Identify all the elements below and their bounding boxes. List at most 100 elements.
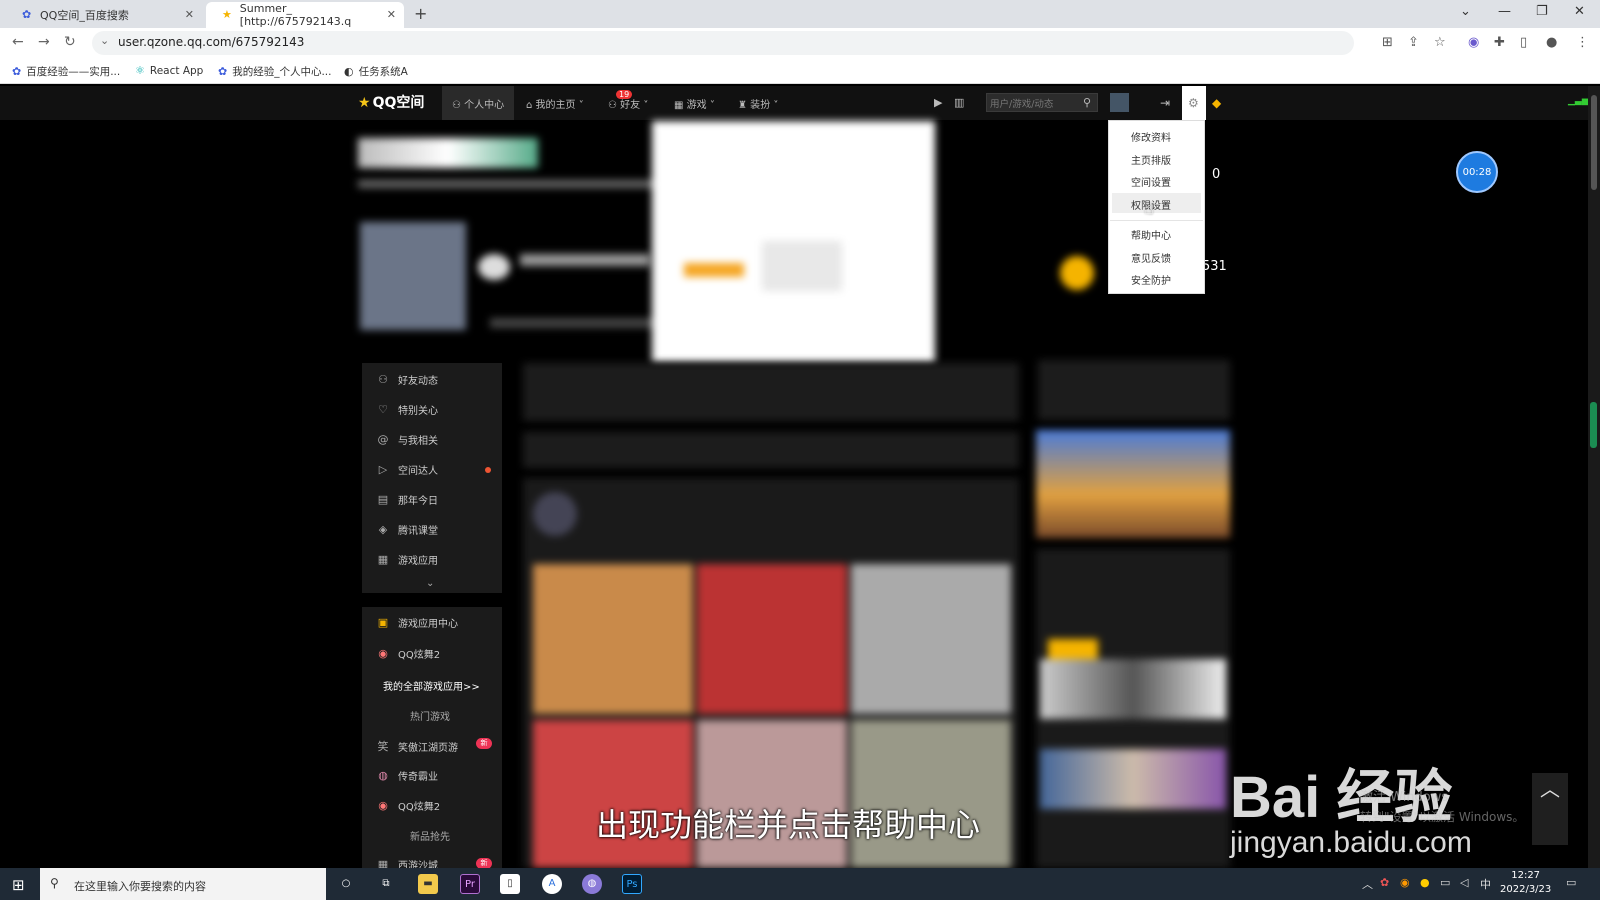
promo-button[interactable] — [1048, 639, 1098, 659]
sidebar-item-tencent-class[interactable]: ◈ 腾讯课堂 — [376, 522, 438, 537]
photo[interactable] — [533, 564, 693, 714]
video-caption: 出现功能栏并点击帮助中心 — [596, 806, 981, 844]
menu-item-help-center[interactable]: 帮助中心 — [1131, 227, 1171, 242]
menu-item-space-settings[interactable]: 空间设置 — [1131, 174, 1171, 189]
share-icon[interactable]: ⇪ — [1408, 35, 1419, 50]
back-to-top-button[interactable]: ︿ — [1532, 773, 1568, 845]
back-icon[interactable]: ← — [12, 34, 24, 50]
site-info-icon[interactable]: ⌄ — [100, 34, 109, 47]
file-explorer-icon[interactable]: ▬ — [418, 874, 438, 894]
search-icon[interactable]: ⚲ — [1083, 96, 1091, 109]
bookmark-item[interactable]: ✿ 百度经验——实用... — [12, 64, 120, 79]
sidebar-item-hot-game[interactable]: ◉ QQ炫舞2 — [376, 798, 440, 813]
app-icon[interactable]: ◍ — [582, 874, 602, 894]
bookmark-star-icon[interactable]: ☆ — [1434, 35, 1446, 50]
tray-app-icon[interactable]: ✿ — [1380, 876, 1389, 889]
post-composer[interactable] — [523, 363, 1019, 421]
sidebar-item-mentions[interactable]: @ 与我相关 — [376, 432, 439, 447]
game-icon: ◉ — [378, 647, 388, 660]
baidu-paw-icon: ✿ — [218, 65, 228, 78]
new-tab-button[interactable]: + — [414, 4, 427, 23]
diamond-icon[interactable]: ◆ — [1212, 96, 1221, 110]
new-games-title: 新品抢先 — [410, 832, 450, 843]
system-clock[interactable]: 12:27 2022/3/23 — [1500, 869, 1551, 897]
close-tab-icon[interactable]: ✕ — [387, 8, 396, 21]
notifications-icon[interactable]: ▭ — [1566, 876, 1576, 889]
new-badge: 新 — [476, 738, 492, 749]
scrollbar[interactable] — [1588, 86, 1600, 868]
photo[interactable] — [697, 564, 847, 714]
scrollbar-thumb[interactable] — [1591, 95, 1597, 190]
volume-icon[interactable]: ◁ — [1460, 876, 1468, 889]
menu-item-homepage-layout[interactable]: 主页排版 — [1131, 152, 1171, 167]
sidebar-item-friend-feed[interactable]: ⚇ 好友动态 — [376, 372, 438, 387]
sidebar-item-space-star[interactable]: ▷ 空间达人 — [376, 462, 438, 477]
tray-app-icon[interactable]: ● — [1420, 876, 1430, 889]
menu-kebab-icon[interactable]: ⋮ — [1576, 35, 1589, 50]
feed-filter-bar[interactable] — [523, 432, 1019, 468]
menu-item-feedback[interactable]: 意见反馈 — [1131, 250, 1171, 265]
expand-chevron-icon[interactable]: ⌄ — [426, 578, 434, 589]
right-widget[interactable] — [1038, 360, 1230, 420]
document-icon[interactable]: ▯ — [500, 874, 520, 894]
avatar[interactable] — [533, 492, 577, 536]
sidebar-item-hot-game[interactable]: 笑笑傲江湖页游 — [376, 738, 459, 754]
restore-button[interactable]: ❐ — [1536, 4, 1548, 19]
logout-icon[interactable]: ⇥ — [1160, 96, 1170, 110]
forward-icon[interactable]: → — [38, 34, 50, 50]
baidu-paw-icon: ✿ — [12, 65, 22, 78]
photoshop-icon[interactable]: Ps — [622, 874, 642, 894]
bookmark-item[interactable]: ◐ 任务系统A — [344, 64, 408, 79]
play-icon[interactable]: ▶ — [934, 96, 942, 109]
tray-qq-icon[interactable]: ◉ — [1400, 876, 1410, 889]
nav-dressup[interactable]: ♜ 装扮 ˅ — [738, 96, 778, 111]
task-view-icon[interactable]: ⧉ — [376, 874, 396, 894]
extension-icon[interactable]: ◉ — [1468, 35, 1479, 50]
tab-baidu-search[interactable]: ✿ QQ空间_百度搜索 ✕ — [6, 2, 202, 28]
bookmark-item[interactable]: ✿ 我的经验_个人中心... — [218, 64, 331, 79]
sidebar-item-hot-game[interactable]: ◍ 传奇霸业 — [376, 768, 438, 783]
profile-icon[interactable]: ● — [1546, 35, 1557, 50]
menu-item-edit-profile[interactable]: 修改资料 — [1131, 129, 1171, 144]
gear-icon[interactable]: ⚙ — [1188, 96, 1199, 110]
visitor-icon — [1060, 256, 1094, 290]
sidebar-item-on-this-day[interactable]: ▤ 那年今日 — [376, 492, 438, 507]
avatar[interactable] — [1110, 93, 1129, 112]
app-icon[interactable]: A — [542, 874, 562, 894]
translate-icon[interactable]: ⊞ — [1382, 35, 1393, 50]
tray-expand-icon[interactable]: ︿ — [1362, 876, 1373, 892]
popup-button[interactable] — [684, 263, 744, 277]
sidebar-item-game-center[interactable]: ▣ 游戏应用中心 — [376, 615, 458, 630]
sidebar-item-special-care[interactable]: ♡ 特别关心 — [376, 402, 438, 417]
reload-icon[interactable]: ↻ — [64, 34, 76, 50]
sidebar-item-game-apps[interactable]: ▦ 游戏应用 — [376, 552, 438, 567]
tab-list-icon[interactable]: ⌄ — [1460, 4, 1471, 19]
at-icon: @ — [377, 433, 389, 446]
premiere-icon[interactable]: Pr — [460, 874, 480, 894]
game-banner[interactable] — [1036, 430, 1230, 538]
ime-indicator[interactable]: 中 — [1480, 876, 1491, 892]
all-games-link[interactable]: 我的全部游戏应用>> — [383, 678, 480, 693]
chart-icon[interactable]: ▥ — [954, 96, 964, 109]
bookmark-item[interactable]: ⚛ React App — [135, 64, 203, 77]
nav-games[interactable]: ▦ 游戏 ˅ — [674, 96, 715, 111]
windows-start-icon[interactable]: ⊞ — [12, 876, 25, 894]
nav-personal-center[interactable]: ⚇ 个人中心 — [452, 96, 504, 111]
tab-qzone[interactable]: ★ Summer_ [http://675792143.q ✕ — [206, 2, 404, 28]
nav-my-home[interactable]: ⌂ 我的主页 ˅ — [526, 96, 584, 111]
sidebar-item-game[interactable]: ◉ QQ炫舞2 — [376, 646, 440, 661]
close-tab-icon[interactable]: ✕ — [185, 8, 194, 21]
puzzle-icon[interactable]: ✚ — [1494, 35, 1505, 50]
side-handle[interactable] — [1590, 402, 1597, 448]
minimize-button[interactable]: — — [1498, 4, 1511, 19]
photo[interactable] — [851, 564, 1011, 714]
qzone-logo[interactable]: ★ QQ空间 — [358, 92, 426, 112]
network-icon[interactable]: ▭ — [1440, 876, 1450, 889]
profile-avatar[interactable] — [360, 222, 466, 330]
url-text[interactable]: user.qzone.qq.com/675792143 — [118, 35, 304, 49]
cortana-icon[interactable]: ○ — [336, 874, 356, 894]
friends-count-badge: 19 — [616, 90, 633, 99]
close-window-button[interactable]: ✕ — [1574, 4, 1585, 19]
menu-item-security[interactable]: 安全防护 — [1131, 272, 1171, 287]
side-panel-icon[interactable]: ▯ — [1520, 35, 1527, 50]
